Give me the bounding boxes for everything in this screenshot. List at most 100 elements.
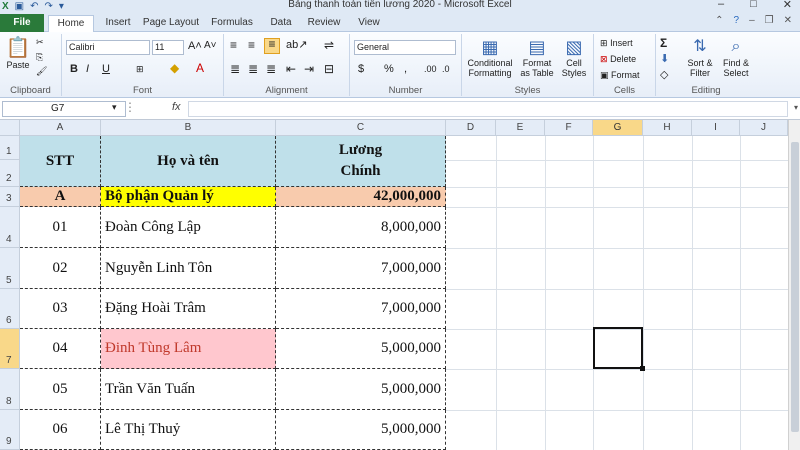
borders-icon[interactable]: ⊞ bbox=[136, 64, 144, 74]
worksheet-grid[interactable]: A B C D E F G H I J 1 2 3 4 5 6 7 8 9 ST… bbox=[0, 120, 800, 450]
fill-color-icon[interactable]: ◆ bbox=[170, 62, 179, 74]
column-header-h[interactable]: H bbox=[643, 120, 692, 136]
row-header-2[interactable]: 2 bbox=[0, 160, 20, 187]
cell-styles-button[interactable]: ▧ Cell Styles bbox=[558, 36, 590, 78]
conditional-formatting-button[interactable]: ▦ Conditional Formatting bbox=[464, 36, 516, 78]
shrink-font-icon[interactable]: A˅ bbox=[204, 41, 217, 51]
format-as-table-button[interactable]: ▤ Format as Table bbox=[518, 36, 556, 78]
increase-decimal-icon[interactable]: .00 bbox=[424, 64, 437, 74]
stt-cell[interactable]: 04 bbox=[20, 329, 101, 369]
row-header-1[interactable]: 1 bbox=[0, 136, 20, 160]
row-header-4[interactable]: 4 bbox=[0, 207, 20, 248]
group-salary-cell[interactable]: 42,000,000 bbox=[276, 187, 446, 207]
name-box[interactable]: G7 bbox=[2, 101, 126, 117]
align-center-icon[interactable]: ≣ bbox=[248, 63, 258, 75]
format-painter-icon[interactable]: 🖌 bbox=[36, 66, 47, 76]
currency-button[interactable]: $ bbox=[358, 64, 364, 75]
tab-data[interactable]: Data bbox=[264, 15, 298, 32]
stt-cell[interactable]: 02 bbox=[20, 248, 101, 289]
column-header-b[interactable]: B bbox=[101, 120, 276, 136]
insert-function-button[interactable]: fx bbox=[172, 101, 181, 113]
number-format-select[interactable]: General bbox=[354, 40, 456, 55]
font-color-icon[interactable]: A bbox=[196, 62, 204, 74]
italic-button[interactable]: I bbox=[86, 64, 89, 75]
maximize-icon[interactable]: □ bbox=[750, 0, 757, 11]
column-header-c[interactable]: C bbox=[276, 120, 446, 136]
autosum-icon[interactable]: Σ bbox=[660, 37, 667, 49]
tab-formulas[interactable]: Formulas bbox=[208, 15, 256, 32]
orientation-icon[interactable]: ab↗ bbox=[286, 40, 307, 51]
format-cells-button[interactable]: ▣ Format bbox=[600, 70, 640, 80]
minimize-ribbon-icon[interactable]: ⌃ bbox=[715, 15, 723, 26]
header-stt[interactable]: STT bbox=[20, 136, 101, 187]
name-cell-highlighted[interactable]: Đinh Tùng Lâm bbox=[101, 329, 276, 369]
tab-view[interactable]: View bbox=[352, 15, 386, 32]
column-header-j[interactable]: J bbox=[740, 120, 788, 136]
stt-cell[interactable]: 01 bbox=[20, 207, 101, 248]
tab-home[interactable]: Home bbox=[48, 15, 94, 32]
header-name[interactable]: Họ và tên bbox=[101, 136, 276, 187]
row-header-7[interactable]: 7 bbox=[0, 329, 20, 369]
grow-font-icon[interactable]: A˄ bbox=[188, 41, 202, 52]
vertical-scrollbar[interactable] bbox=[788, 120, 800, 450]
group-name-cell[interactable]: Bộ phận Quản lý bbox=[101, 187, 276, 207]
align-bottom-icon[interactable]: ≡ bbox=[264, 38, 280, 54]
increase-indent-icon[interactable]: ⇥ bbox=[304, 63, 314, 75]
fill-icon[interactable]: ⬇ bbox=[660, 54, 669, 65]
find-select-button[interactable]: ⌕ Find & Select bbox=[718, 36, 754, 78]
formula-input[interactable] bbox=[188, 101, 788, 117]
row-header-6[interactable]: 6 bbox=[0, 289, 20, 329]
tab-file[interactable]: File bbox=[0, 14, 44, 32]
name-cell[interactable]: Lê Thị Thuỷ bbox=[101, 410, 276, 450]
active-cell-g7[interactable] bbox=[593, 327, 645, 371]
column-header-f[interactable]: F bbox=[545, 120, 593, 136]
select-all-corner[interactable] bbox=[0, 120, 20, 136]
salary-cell[interactable]: 5,000,000 bbox=[276, 410, 446, 450]
help-icon[interactable]: ? bbox=[734, 15, 740, 26]
workbook-restore-icon[interactable]: ❐ bbox=[765, 15, 774, 26]
decrease-decimal-icon[interactable]: .0 bbox=[442, 64, 450, 74]
percent-button[interactable]: % bbox=[384, 64, 394, 75]
tab-page-layout[interactable]: Page Layout bbox=[140, 15, 202, 32]
column-header-g[interactable]: G bbox=[593, 120, 643, 136]
tab-review[interactable]: Review bbox=[304, 15, 344, 32]
decrease-indent-icon[interactable]: ⇤ bbox=[286, 63, 296, 75]
close-icon[interactable]: ✕ bbox=[783, 0, 792, 11]
scrollbar-thumb[interactable] bbox=[791, 142, 799, 432]
column-header-i[interactable]: I bbox=[692, 120, 740, 136]
delete-cells-button[interactable]: ⊠ Delete bbox=[600, 54, 636, 64]
row-header-9[interactable]: 9 bbox=[0, 410, 20, 450]
workbook-close-icon[interactable]: ✕ bbox=[784, 15, 792, 26]
insert-cells-button[interactable]: ⊞ Insert bbox=[600, 38, 633, 48]
name-cell[interactable]: Đặng Hoài Trâm bbox=[101, 289, 276, 329]
sort-filter-button[interactable]: ⇅ Sort & Filter bbox=[682, 36, 718, 78]
tab-insert[interactable]: Insert bbox=[98, 15, 138, 32]
group-code-cell[interactable]: A bbox=[20, 187, 101, 207]
expand-formula-bar-icon[interactable]: ▾ bbox=[794, 103, 798, 112]
name-box-dropdown-icon[interactable]: ▾ bbox=[112, 102, 117, 113]
salary-cell[interactable]: 5,000,000 bbox=[276, 329, 446, 369]
column-header-d[interactable]: D bbox=[446, 120, 496, 136]
salary-cell[interactable]: 8,000,000 bbox=[276, 207, 446, 248]
underline-button[interactable]: U bbox=[102, 64, 110, 75]
wrap-text-icon[interactable]: ⇌ bbox=[324, 39, 334, 51]
stt-cell[interactable]: 03 bbox=[20, 289, 101, 329]
bold-button[interactable]: B bbox=[70, 64, 78, 75]
stt-cell[interactable]: 06 bbox=[20, 410, 101, 450]
font-size-select[interactable]: 11 bbox=[152, 40, 184, 55]
row-header-3[interactable]: 3 bbox=[0, 187, 20, 207]
workbook-minimize-icon[interactable]: – bbox=[749, 15, 755, 26]
stt-cell[interactable]: 05 bbox=[20, 369, 101, 410]
name-cell[interactable]: Trần Văn Tuấn bbox=[101, 369, 276, 410]
align-top-icon[interactable]: ≡ bbox=[230, 39, 237, 51]
column-header-a[interactable]: A bbox=[20, 120, 101, 136]
copy-icon[interactable]: ⎘ bbox=[36, 52, 43, 62]
cut-icon[interactable]: ✂ bbox=[36, 37, 44, 47]
clear-icon[interactable]: ◇ bbox=[660, 70, 668, 81]
salary-cell[interactable]: 7,000,000 bbox=[276, 289, 446, 329]
paste-button[interactable]: 📋 Paste bbox=[4, 36, 32, 70]
row-header-5[interactable]: 5 bbox=[0, 248, 20, 289]
salary-cell[interactable]: 7,000,000 bbox=[276, 248, 446, 289]
column-header-e[interactable]: E bbox=[496, 120, 545, 136]
align-middle-icon[interactable]: ≡ bbox=[248, 39, 255, 51]
